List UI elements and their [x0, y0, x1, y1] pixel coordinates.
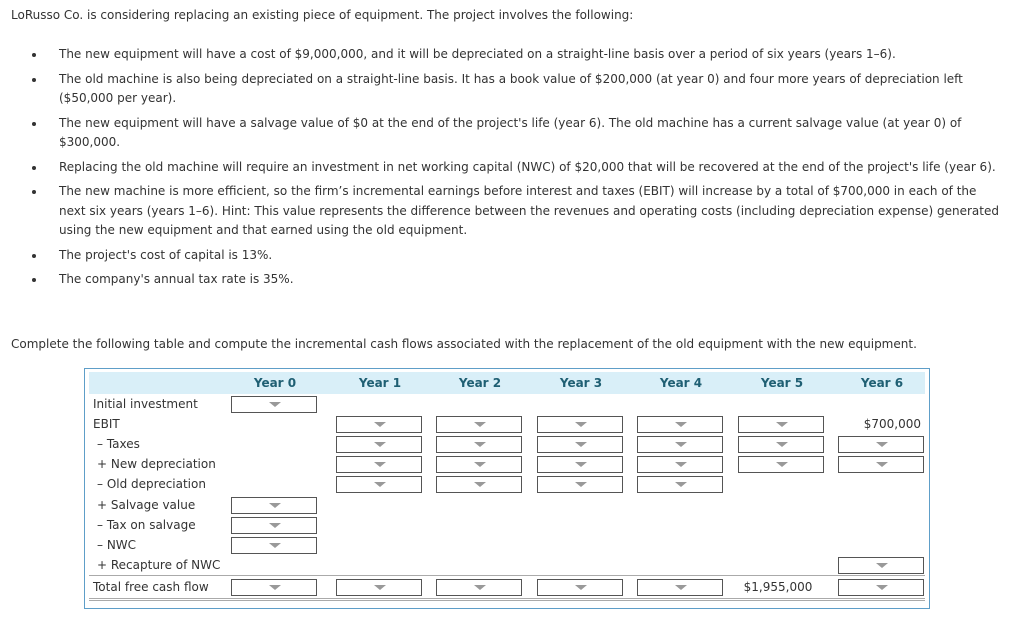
row-label-taxes: – Taxes — [97, 437, 140, 451]
chevron-down-icon — [269, 503, 281, 508]
instruction-text: Complete the following table and compute… — [11, 337, 917, 351]
chevron-down-icon — [776, 462, 788, 467]
dropdown-old-depreciation-year-2[interactable] — [436, 476, 522, 493]
bullet-item: The project's cost of capital is 13%. — [32, 246, 1024, 266]
chevron-down-icon — [374, 442, 386, 447]
row-label-old-depreciation: – Old depreciation — [97, 477, 206, 491]
chevron-down-icon — [575, 422, 587, 427]
row-label-nwc: – NWC — [97, 538, 137, 552]
chevron-down-icon — [675, 585, 687, 590]
row-label-total-fcf: Total free cash flow — [93, 580, 209, 594]
dropdown-old-depreciation-year-1[interactable] — [336, 476, 422, 493]
chevron-down-icon — [776, 422, 788, 427]
dropdown-new-depreciation-year-4[interactable] — [637, 456, 723, 473]
row-label-recapture-nwc: + Recapture of NWC — [97, 558, 221, 572]
chevron-down-icon — [374, 462, 386, 467]
row-label-salvage-value: + Salvage value — [97, 498, 196, 512]
dropdown-taxes-year-3[interactable] — [537, 436, 623, 453]
header-year-5: Year 5 — [760, 376, 804, 390]
chevron-down-icon — [876, 585, 888, 590]
dropdown-ebit-year-2[interactable] — [436, 416, 522, 433]
header-year-3: Year 3 — [559, 376, 603, 390]
dropdown-ebit-year-3[interactable] — [537, 416, 623, 433]
chevron-down-icon — [575, 585, 587, 590]
dropdown-new-depreciation-year-6[interactable] — [838, 456, 924, 473]
dropdown-total-fcf-year-4[interactable] — [637, 579, 723, 596]
chevron-down-icon — [675, 442, 687, 447]
header-year-1: Year 1 — [358, 376, 402, 390]
bullet-item: Replacing the old machine will require a… — [32, 158, 1024, 178]
dropdown-taxes-year-1[interactable] — [336, 436, 422, 453]
dropdown-salvage-value-year-0[interactable] — [231, 497, 317, 514]
dropdown-taxes-year-2[interactable] — [436, 436, 522, 453]
dropdown-nwc-year-0[interactable] — [231, 537, 317, 554]
dropdown-total-fcf-year-1[interactable] — [336, 579, 422, 596]
chevron-down-icon — [374, 585, 386, 590]
chevron-down-icon — [474, 482, 486, 487]
dropdown-new-depreciation-year-1[interactable] — [336, 456, 422, 473]
assumptions-list: The new equipment will have a cost of $9… — [0, 45, 1024, 295]
chevron-down-icon — [575, 482, 587, 487]
chevron-down-icon — [575, 462, 587, 467]
row-label-tax-on-salvage: – Tax on salvage — [97, 518, 196, 532]
bullet-item: The company's annual tax rate is 35%. — [32, 270, 1024, 290]
dropdown-ebit-year-5[interactable] — [738, 416, 824, 433]
chevron-down-icon — [269, 402, 281, 407]
header-year-6: Year 6 — [860, 376, 904, 390]
dropdown-old-depreciation-year-3[interactable] — [537, 476, 623, 493]
bullet-item: The new equipment will have a salvage va… — [32, 114, 1024, 153]
bullet-item: The new machine is more efficient, so th… — [32, 182, 1024, 241]
dropdown-ebit-year-1[interactable] — [336, 416, 422, 433]
dropdown-new-depreciation-year-5[interactable] — [738, 456, 824, 473]
bullet-item: The old machine is also being depreciate… — [32, 70, 1024, 109]
cash-flow-table: Year 0 Year 1 Year 2 Year 3 Year 4 Year … — [84, 368, 930, 609]
chevron-down-icon — [776, 442, 788, 447]
dropdown-new-depreciation-year-3[interactable] — [537, 456, 623, 473]
dropdown-tax-on-salvage-year-0[interactable] — [231, 517, 317, 534]
row-label-new-depreciation: + New depreciation — [97, 457, 216, 471]
chevron-down-icon — [876, 462, 888, 467]
chevron-down-icon — [374, 482, 386, 487]
dropdown-recapture-nwc-year-6[interactable] — [838, 557, 924, 574]
dropdown-total-fcf-year-2[interactable] — [436, 579, 522, 596]
dropdown-total-fcf-year-3[interactable] — [537, 579, 623, 596]
chevron-down-icon — [269, 543, 281, 548]
chevron-down-icon — [675, 482, 687, 487]
chevron-down-icon — [374, 422, 386, 427]
row-label-ebit: EBIT — [93, 417, 120, 431]
problem-intro: LoRusso Co. is considering replacing an … — [11, 8, 634, 22]
header-year-4: Year 4 — [659, 376, 703, 390]
chevron-down-icon — [474, 442, 486, 447]
chevron-down-icon — [269, 585, 281, 590]
chevron-down-icon — [474, 585, 486, 590]
header-year-2: Year 2 — [458, 376, 502, 390]
dropdown-ebit-year-4[interactable] — [637, 416, 723, 433]
row-label-initial-investment: Initial investment — [93, 397, 198, 411]
total-separator — [89, 575, 925, 576]
dropdown-total-fcf-year-6[interactable] — [838, 579, 924, 596]
bullet-item: The new equipment will have a cost of $9… — [32, 45, 1024, 65]
total-fcf-year-5-value: $1,955,000 — [743, 580, 813, 594]
dropdown-total-fcf-year-0[interactable] — [231, 579, 317, 596]
dropdown-taxes-year-6[interactable] — [838, 436, 924, 453]
chevron-down-icon — [575, 442, 587, 447]
chevron-down-icon — [474, 422, 486, 427]
dropdown-old-depreciation-year-4[interactable] — [637, 476, 723, 493]
bottom-rule — [89, 600, 925, 601]
chevron-down-icon — [675, 422, 687, 427]
chevron-down-icon — [675, 462, 687, 467]
bottom-rule — [89, 598, 925, 599]
chevron-down-icon — [474, 462, 486, 467]
ebit-year-6-value: $700,000 — [863, 417, 921, 431]
dropdown-initial-investment-year-0[interactable] — [231, 396, 317, 413]
dropdown-taxes-year-5[interactable] — [738, 436, 824, 453]
dropdown-new-depreciation-year-2[interactable] — [436, 456, 522, 473]
dropdown-taxes-year-4[interactable] — [637, 436, 723, 453]
table-header: Year 0 Year 1 Year 2 Year 3 Year 4 Year … — [89, 372, 925, 394]
chevron-down-icon — [269, 523, 281, 528]
chevron-down-icon — [876, 563, 888, 568]
header-year-0: Year 0 — [253, 376, 297, 390]
chevron-down-icon — [876, 442, 888, 447]
